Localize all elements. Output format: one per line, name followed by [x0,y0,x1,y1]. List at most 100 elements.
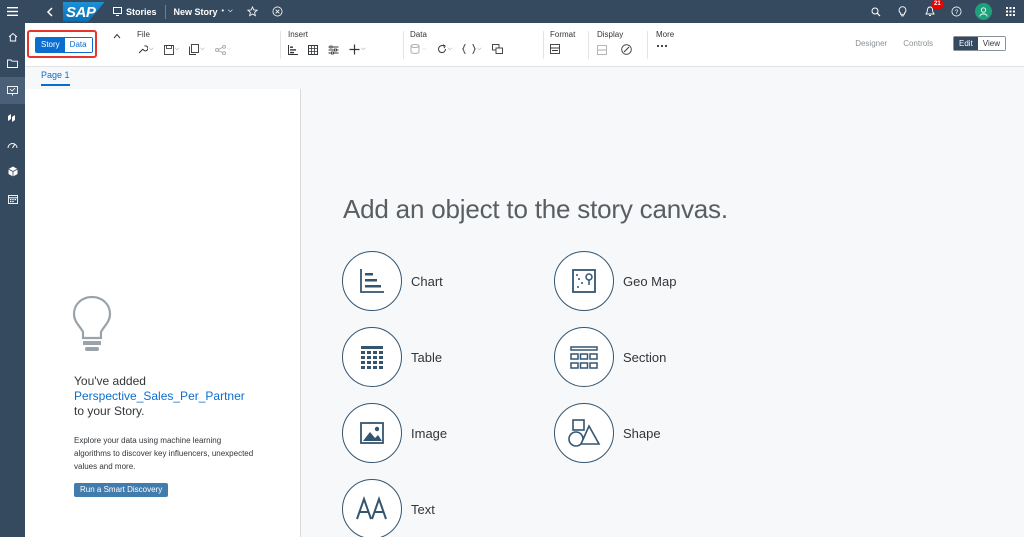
tools-menu[interactable]: ⌵ [137,44,154,55]
data-group: Data ⌵ ⌵ ⌵ [410,30,503,54]
added-prefix: You've added [74,374,146,388]
file-group-label: File [137,30,150,39]
section-icon [554,327,614,387]
nav-home-icon[interactable] [0,23,25,50]
chevron-down-icon: ⌵ [227,8,233,14]
format-button[interactable] [550,44,560,54]
format-icon [550,44,560,54]
insert-table-button[interactable] [308,44,318,55]
display-explore-button[interactable] [621,44,632,55]
refresh-menu[interactable]: ⌵ [437,44,452,54]
shape-icon [554,403,614,463]
file-group: File ⌵ ⌵ ⌵ ⌵ [137,30,231,55]
favorite-icon[interactable] [246,6,258,17]
add-image-option[interactable]: Image [342,403,447,463]
formula-menu[interactable]: ⌵ [462,44,482,54]
chevron-down-icon: ⌵ [422,45,427,52]
chevron-down-icon: ⌵ [149,46,154,52]
user-icon [975,3,992,20]
story-title-menu[interactable]: New Story • ⌵ [174,7,233,17]
toolbar-separator [280,31,281,59]
format-group-label: Format [550,30,576,39]
chart-icon [342,251,402,311]
story-mode-button[interactable]: Story [36,38,65,52]
display-grid-button[interactable] [597,44,607,55]
user-avatar[interactable] [970,0,997,23]
sliders-icon [328,45,339,54]
lightbulb-icon [72,295,112,358]
data-mode-button[interactable]: Data [64,38,92,52]
shell-separator [164,4,166,19]
nav-calendar-icon[interactable] [0,185,25,212]
add-shape-option[interactable]: Shape [554,403,661,463]
stories-nav[interactable]: Stories [113,7,157,17]
insert-group-label: Insert [288,30,309,39]
nav-stories-icon[interactable] [0,77,25,104]
display-group: Display [597,30,632,55]
image-label: Image [411,425,448,441]
add-section-option[interactable]: Section [554,327,666,387]
copy-menu[interactable]: ⌵ [189,44,205,55]
added-suffix: to your Story. [74,404,145,418]
linked-analysis-button[interactable] [491,44,503,54]
shell-bar: SAP Stories New Story • ⌵ 21 ? [0,0,1024,23]
toolbar-separator [403,31,404,59]
data-source-menu[interactable]: ⌵ [410,44,427,54]
toolbar-separator [647,31,648,59]
data-group-label: Data [410,30,427,39]
story-toolbar: Story Data File ⌵ ⌵ ⌵ ⌵ Insert ⌵ Data ⌵ … [25,23,1024,67]
display-group-label: Display [597,30,624,39]
plus-icon [349,44,360,55]
add-table-option[interactable]: Table [342,327,442,387]
chart-label: Chart [411,273,443,289]
dataset-added-message: You've added Perspective_Sales_Per_Partn… [74,374,294,419]
collapse-toolbar-icon[interactable] [113,31,121,41]
wrench-icon [138,45,148,54]
notifications-icon[interactable]: 21 [916,0,944,23]
add-geomap-option[interactable]: Geo Map [554,251,676,311]
designer-tab[interactable]: Designer [855,39,887,48]
menu-icon[interactable] [0,0,25,23]
tab-page-1[interactable]: Page 1 [41,70,70,86]
geomap-label: Geo Map [623,273,677,289]
insert-more-menu[interactable]: ⌵ [349,44,366,55]
controls-tab[interactable]: Controls [903,39,933,48]
nav-digital-boardroom-icon[interactable] [0,131,25,158]
share-menu[interactable]: ⌵ [214,44,231,55]
refresh-icon [437,44,446,54]
text-label: Text [411,501,435,517]
smart-discovery-description: Explore your data using machine learning… [74,436,254,471]
add-text-option[interactable]: Text [342,479,435,537]
sap-logo[interactable]: SAP [63,1,105,22]
insert-input-control-button[interactable] [328,45,339,55]
add-chart-option[interactable]: Chart [342,251,443,311]
view-mode-button[interactable]: View [977,37,1005,50]
bar-chart-icon [288,44,298,55]
help-icon[interactable]: ? [943,0,970,23]
image-icon [342,403,402,463]
nav-analytic-apps-icon[interactable] [0,104,25,131]
canvas-title: Add an object to the story canvas. [343,194,728,224]
section-label: Section [623,349,667,365]
lightbulb-icon[interactable] [889,0,916,23]
search-icon[interactable] [862,0,889,23]
insert-chart-button[interactable] [288,44,298,55]
back-icon[interactable] [39,0,59,23]
close-story-icon[interactable] [272,6,283,17]
story-data-mode-toggle: Story Data [35,37,93,53]
dataset-link[interactable]: Perspective_Sales_Per_Partner [74,389,294,404]
more-options-icon[interactable] [656,44,668,48]
nav-files-icon[interactable] [0,50,25,77]
nav-models-icon[interactable] [0,158,25,185]
edit-mode-button[interactable]: Edit [954,37,978,50]
svg-text:?: ? [955,9,959,16]
page-tab-bar: Page 1 [25,67,1024,89]
shape-label: Shape [623,425,661,441]
save-menu[interactable]: ⌵ [163,44,179,55]
run-smart-discovery-button[interactable]: Run a Smart Discovery [74,483,169,497]
product-switch-icon[interactable] [997,0,1024,23]
table-label: Table [411,349,443,365]
table-icon [308,44,318,55]
edit-view-toggle: Edit View [953,36,1006,51]
insert-group: Insert ⌵ [288,30,366,55]
